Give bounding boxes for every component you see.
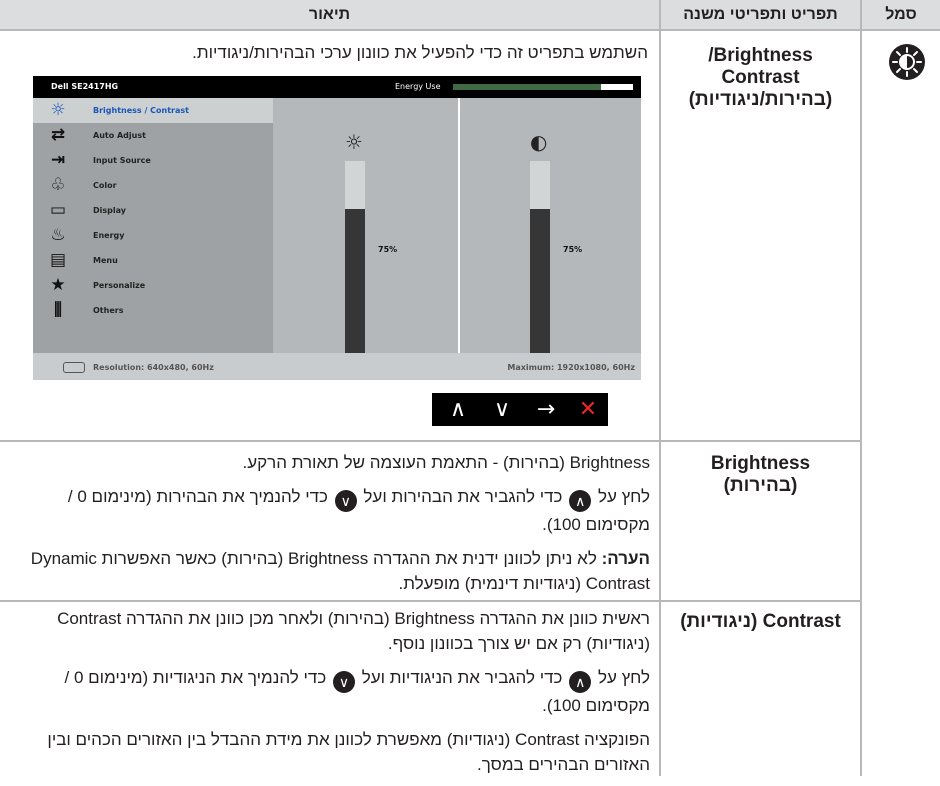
text: כדי להנמיך את הניגודיות (מינימום 0 / מקס… (64, 668, 650, 715)
row-description: Brightness (בהירות) - התאמת העוצמה של תא… (12, 450, 650, 605)
brightness-slider-fill (345, 209, 365, 354)
osd-navigation-buttons: ∧ ∨ → ✕ (432, 393, 608, 426)
osd-menu-item-label: Brightness / Contrast (93, 106, 189, 115)
osd-menu-item[interactable]: ▤ Menu (33, 248, 273, 273)
header-symbol: סמל (862, 0, 940, 29)
osd-menu-item[interactable]: ♨ Energy (33, 223, 273, 248)
auto-adjust-icon: ⇄ (50, 125, 66, 145)
contrast-function-text: הפונקציה Contrast (ניגודיות) מאפשרת לכוו… (47, 730, 650, 774)
osd-menu-item-label: Color (93, 181, 117, 190)
osd-energy-label: Energy Use (395, 82, 441, 91)
up-button[interactable]: ∧ (438, 393, 478, 426)
osd-menu-item[interactable]: ⇄ Auto Adjust (33, 123, 273, 148)
osd-menu: ☼ Brightness / Contrast ⇄ Auto Adjust ⇥ Input… (33, 98, 273, 353)
row-description: ראשית כוונן את ההגדרה Brightness (בהירות… (12, 606, 650, 786)
osd-menu-item[interactable]: ▭ Display (33, 198, 273, 223)
submenu-line: Contrast (721, 67, 800, 88)
energy-icon: ♨ (50, 225, 66, 245)
up-circle-icon: ∧ (569, 490, 592, 512)
text: כדי להגביר את הניגודיות ועל (361, 668, 563, 687)
brightness-note: הערה: לא ניתן לכוונן ידנית את ההגדרה Bri… (12, 546, 650, 596)
exit-button[interactable]: ✕ (568, 393, 608, 426)
text: לחץ על (597, 487, 650, 506)
osd-menu-item[interactable]: ⇥ Input Source (33, 148, 273, 173)
header-symbol-text: סמל (885, 5, 917, 23)
menu-icon: ▤ (49, 250, 67, 270)
osd-menu-item-label: Personalize (93, 281, 146, 290)
submenu-line: Contrast (ניגודיות) (680, 611, 841, 632)
submenu-brightness-contrast: Brightness/ Contrast (בהירות/ניגודיות) (661, 45, 860, 111)
up-circle-icon: ∧ (569, 671, 592, 693)
brightness-sun-icon: ☼ (345, 130, 363, 154)
osd-menu-item-label: Energy (93, 231, 125, 240)
brightness-contrast-symbol-icon (889, 44, 925, 80)
contrast-intro: ראשית כוונן את ההגדרה Brightness (בהירות… (57, 609, 650, 653)
submenu-line: (בהירות/ניגודיות) (688, 89, 833, 110)
star-icon: ★ (50, 275, 66, 295)
header-description: תיאור (0, 0, 659, 29)
sun-icon: ☼ (50, 100, 66, 120)
contrast-icon: ◐ (530, 130, 548, 154)
down-circle-icon: ∨ (334, 490, 357, 512)
header-description-text: תיאור (308, 5, 351, 23)
down-circle-icon: ∨ (332, 671, 355, 693)
brightness-value: 75% (378, 245, 398, 254)
energy-use-bar (453, 84, 633, 90)
submenu-line: (בהירות) (723, 475, 798, 496)
osd-menu-item[interactable]: ★ Personalize (33, 273, 273, 298)
osd-menu-item[interactable]: ☼ Brightness / Contrast (33, 98, 273, 123)
brightness-instructions: לחץ על ∧ כדי להגביר את הבהירות ועל ∨ כדי… (12, 484, 650, 537)
divider (0, 29, 940, 31)
maximum-resolution-text: Maximum: 1920x1080, 60Hz (507, 363, 635, 372)
note-text: לא ניתן לכוונן ידנית את ההגדרה Brightnes… (30, 549, 650, 593)
monitor-icon (63, 362, 85, 373)
contrast-slider-fill (530, 209, 550, 354)
submenu-brightness: Brightness (בהירות) (661, 453, 860, 497)
text: כדי להנמיך את הבהירות (מינימום 0 / מקסימ… (67, 487, 650, 534)
header-submenu: תפריט ותפריטי משנה (661, 0, 860, 29)
contrast-slider[interactable] (530, 161, 550, 354)
osd-description-table: תיאור תפריט ותפריטי משנה סמל Brightness/… (0, 0, 940, 776)
note-label: הערה: (601, 549, 650, 568)
brightness-intro: Brightness (בהירות) - התאמת העוצמה של תא… (242, 453, 650, 472)
submenu-contrast: Contrast (ניגודיות) (661, 611, 860, 633)
osd-menu-item[interactable]: ♧ Color (33, 173, 273, 198)
osd-menu-item-label: Auto Adjust (93, 131, 146, 140)
display-icon: ▭ (49, 200, 67, 220)
divider (659, 0, 661, 776)
enter-button[interactable]: → (526, 393, 566, 426)
osd-status-bar: Resolution: 640x480, 60Hz Maximum: 1920x… (33, 353, 641, 380)
divider (0, 440, 860, 442)
row-description: השתמש בתפריט זה כדי להפעיל את כוונון ערכ… (10, 40, 648, 65)
brightness-contrast-description: השתמש בתפריט זה כדי להפעיל את כוונון ערכ… (192, 43, 648, 62)
header-submenu-text: תפריט ותפריטי משנה (683, 5, 838, 23)
osd-divider (458, 98, 460, 353)
divider (860, 0, 862, 776)
color-icon: ♧ (50, 175, 66, 195)
contrast-value: 75% (563, 245, 583, 254)
energy-use-fill (453, 84, 601, 90)
text: כדי להגביר את הבהירות ועל (363, 487, 563, 506)
osd-menu-item[interactable]: ⫼ Others (33, 298, 273, 323)
submenu-line: Brightness (710, 453, 811, 474)
input-source-icon: ⇥ (50, 150, 66, 170)
osd-menu-item-label: Menu (93, 256, 118, 265)
contrast-instructions: לחץ על ∧ כדי להגביר את הניגודיות ועל ∨ כ… (12, 665, 650, 718)
osd-menu-item-label: Others (93, 306, 124, 315)
osd-screenshot: Dell SE2417HG Energy Use ☼ Brightness / C… (33, 76, 641, 380)
down-button[interactable]: ∨ (482, 393, 522, 426)
text: לחץ על (597, 668, 650, 687)
osd-title-bar: Dell SE2417HG Energy Use (33, 76, 641, 98)
resolution-text: Resolution: 640x480, 60Hz (93, 363, 214, 372)
others-icon: ⫼ (54, 300, 62, 320)
submenu-line: Brightness/ (708, 45, 813, 66)
osd-menu-item-label: Input Source (93, 156, 151, 165)
brightness-slider[interactable] (345, 161, 365, 354)
osd-menu-item-label: Display (93, 206, 126, 215)
osd-model: Dell SE2417HG (51, 82, 119, 91)
